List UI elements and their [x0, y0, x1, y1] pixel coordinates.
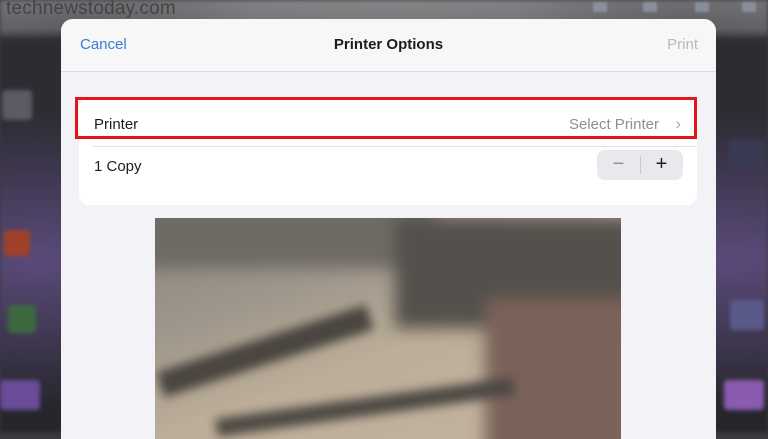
background-key	[4, 230, 30, 256]
copies-label: 1 Copy	[94, 158, 142, 175]
printer-row[interactable]: Printer Select Printer ›	[79, 103, 697, 147]
select-printer-value: Select Printer	[568, 116, 659, 133]
background-key	[728, 140, 764, 170]
background-key	[8, 305, 36, 333]
chevron-right-icon: ›	[675, 114, 681, 133]
printer-label: Printer	[94, 116, 139, 133]
plus-icon[interactable]: +	[640, 150, 683, 180]
minus-icon[interactable]: −	[597, 150, 640, 180]
preview-shape	[215, 377, 515, 437]
status-icon	[643, 2, 657, 12]
background-key	[724, 380, 764, 410]
navigation-bar: Cancel Printer Options Print	[61, 19, 716, 72]
background-key	[730, 300, 764, 330]
watermark: technewstoday.com	[6, 0, 176, 19]
printer-options-sheet: Cancel Printer Options Print Printer Sel…	[61, 19, 716, 439]
preview-shape	[485, 298, 621, 439]
print-button[interactable]: Print	[667, 36, 698, 53]
copies-row: 1 Copy − +	[79, 145, 697, 189]
status-icon	[742, 2, 756, 12]
copies-stepper: − +	[597, 150, 683, 180]
preview-shape	[156, 304, 374, 398]
status-icon	[593, 2, 607, 12]
preview-shape	[155, 218, 435, 268]
status-icon	[695, 2, 709, 12]
print-preview-page[interactable]	[155, 218, 621, 439]
background-key	[0, 380, 40, 410]
background-key	[2, 90, 32, 120]
page-title: Printer Options	[333, 36, 444, 53]
options-group: Printer Select Printer › 1 Copy − +	[79, 99, 697, 205]
